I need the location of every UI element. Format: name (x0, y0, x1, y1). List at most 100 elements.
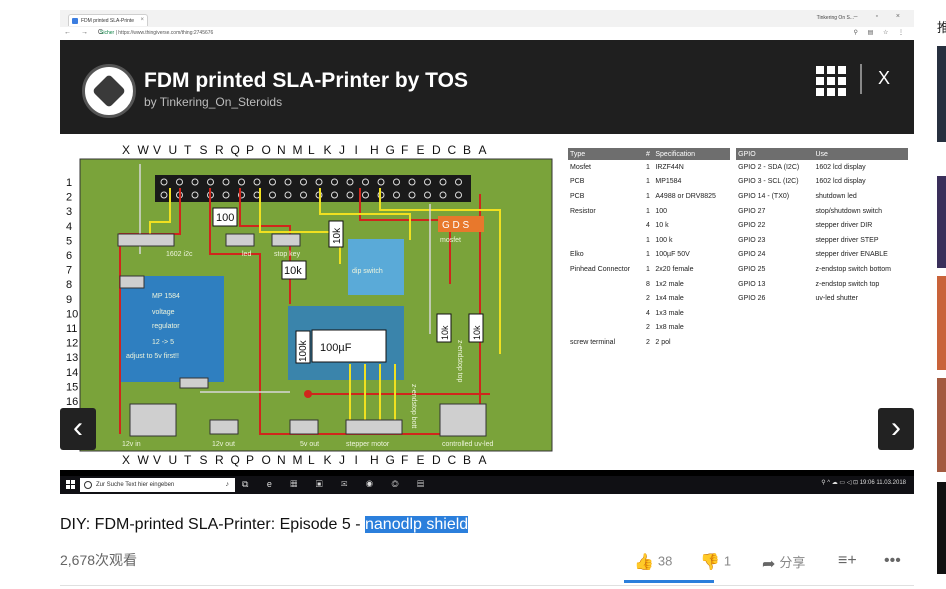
column-letter: X (122, 453, 130, 467)
row-number: 16 (66, 396, 78, 408)
tray-date: 11.03.2018 (876, 480, 906, 486)
cell-use: z-endstop switch top (815, 280, 880, 288)
row-number: 10 (66, 308, 78, 320)
capacitor-label: 100µF (320, 342, 352, 354)
cell-count: 4 (645, 309, 650, 317)
cell-type (568, 277, 644, 292)
cell-type (568, 306, 644, 321)
column-letter: F (401, 143, 408, 157)
cell-spec: 100 k (655, 236, 673, 244)
sidebar-thumbnail[interactable] (937, 46, 946, 142)
row-number: 4 (66, 221, 72, 233)
like-ratio-bar (624, 580, 714, 583)
column-letter: N (277, 143, 286, 157)
video-title-text: DIY: FDM-printed SLA-Printer: Episode 5 … (60, 516, 365, 533)
cell-count: 2 (645, 338, 650, 346)
spec-row: 8 1x2 male GPIO 13 z-endstop switch top (568, 276, 908, 292)
dislike-button[interactable]: 👎 1 (700, 552, 731, 572)
resistor-10k-label: 10k (440, 325, 450, 340)
column-letter: W (138, 143, 150, 157)
taskbar-app-icons: ⧉ e ▦ ▣ ✉ ◉ ◎ ▤ (242, 479, 432, 489)
row-number: 11 (66, 323, 77, 335)
row-number: 5 (66, 235, 72, 247)
row-number: 6 (66, 250, 72, 262)
tab-title: FDM printed SLA-Printe (81, 18, 135, 24)
dip-switch (348, 239, 404, 295)
mosfet-pins-label: G D S (442, 220, 470, 231)
column-letter: R (215, 143, 224, 157)
cell-spec: 1x2 male (655, 280, 684, 288)
divider (60, 585, 914, 586)
spec-row: Resistor 1 100 GPIO 27 stop/shutdown switch (568, 203, 908, 219)
os-taskbar: Zur Suche Text hier eingeben ♪ ⧉ e ▦ ▣ ✉… (60, 476, 914, 494)
cell-use: 1602 lcd display (815, 178, 866, 186)
column-letter: V (153, 453, 161, 467)
cell-gpio (736, 335, 813, 350)
col-gpio: GPIO (736, 148, 814, 160)
prev-slide-button[interactable]: ‹ (60, 408, 96, 450)
cell-spec: 100µF 50V (655, 251, 690, 259)
column-letter: I (355, 453, 358, 467)
gpio-header (155, 175, 471, 202)
sidebar-heading: 推 (937, 20, 946, 35)
spec-row: Mosfet 1 IRZF44N GPIO 2 - SDA (I2C) 1602 lcd… (568, 160, 908, 175)
dislike-count: 1 (723, 553, 732, 569)
spec-row: 2 1x4 male GPIO 26 uv-led shutter (568, 291, 908, 306)
sidebar-thumbnail[interactable] (937, 276, 946, 370)
view-count: 2,678次观看 (60, 552, 138, 568)
video-player[interactable]: FDM printed SLA-Printe × Tinkering On S.… (60, 10, 914, 494)
column-letter: A (479, 453, 487, 467)
col-use: Use (813, 148, 908, 160)
cell-spec: 100 (655, 207, 668, 215)
next-slide-button[interactable]: › (878, 408, 914, 450)
more-actions-button[interactable]: ••• (884, 552, 905, 570)
column-letter: R (215, 453, 224, 467)
cell-type: screw terminal (570, 338, 616, 346)
cell-spec: 1x4 male (655, 295, 684, 303)
column-letter: E (417, 453, 425, 467)
share-button[interactable]: ➦ 分享 (762, 552, 805, 574)
row-number: 14 (66, 367, 78, 379)
like-button[interactable]: 👍 38 (634, 552, 672, 572)
favicon-icon (72, 18, 78, 24)
column-letter: P (246, 453, 254, 467)
column-letter: D (432, 453, 441, 467)
row-number: 12 (66, 338, 78, 350)
spec-row: 2 1x8 male (568, 320, 908, 336)
stepper-motor-label: stepper motor (346, 441, 390, 448)
header-divider (860, 64, 862, 94)
cell-count: 8 (645, 280, 650, 288)
col-count: # (643, 148, 654, 160)
cell-spec: 1x8 male (655, 324, 684, 332)
column-letter: V (153, 143, 161, 157)
lightbox-subtitle: by Tinkering_On_Steroids (144, 95, 283, 109)
regulator-line-3: regulator (152, 323, 180, 330)
sidebar-thumbnail[interactable] (937, 482, 946, 574)
sidebar-thumbnail[interactable] (937, 378, 946, 472)
sidebar-thumbnail[interactable] (937, 176, 946, 268)
stop-key-label: stop key (274, 251, 301, 258)
cell-gpio: GPIO 13 (738, 280, 766, 288)
column-letter: M (293, 143, 303, 157)
uv-led-label: controlled uv-led (442, 441, 493, 448)
share-icon: ➦ (762, 555, 776, 573)
cell-spec: MP1584 (655, 178, 682, 186)
grid-view-icon (816, 66, 846, 96)
spec-row: 4 1x3 male (568, 305, 908, 321)
cell-count: 2 (645, 324, 650, 332)
cell-use: stepper driver ENABLE (815, 251, 888, 259)
cell-count: 1 (645, 178, 650, 186)
cell-gpio: GPIO 2 - SDA (I2C) (738, 163, 800, 171)
cell-use (813, 335, 908, 350)
cell-gpio: GPIO 27 (738, 207, 766, 215)
spec-row: screw terminal 2 2 pol (568, 335, 908, 350)
regulator-line-2: voltage (152, 309, 175, 316)
cell-gpio (736, 321, 813, 336)
add-to-playlist-button[interactable]: ≡+ (838, 552, 861, 570)
row-number: 15 (66, 381, 78, 393)
column-letter: W (138, 453, 150, 467)
spec-header-row: Type # Specification GPIO Use (568, 148, 908, 160)
slide-image: XWVUTSRQPONMLKJIHGFEDCBA XWVUTSRQPONMLKJ… (60, 134, 914, 470)
resistor-10k-label: 10k (284, 265, 302, 277)
cell-type (568, 291, 644, 306)
